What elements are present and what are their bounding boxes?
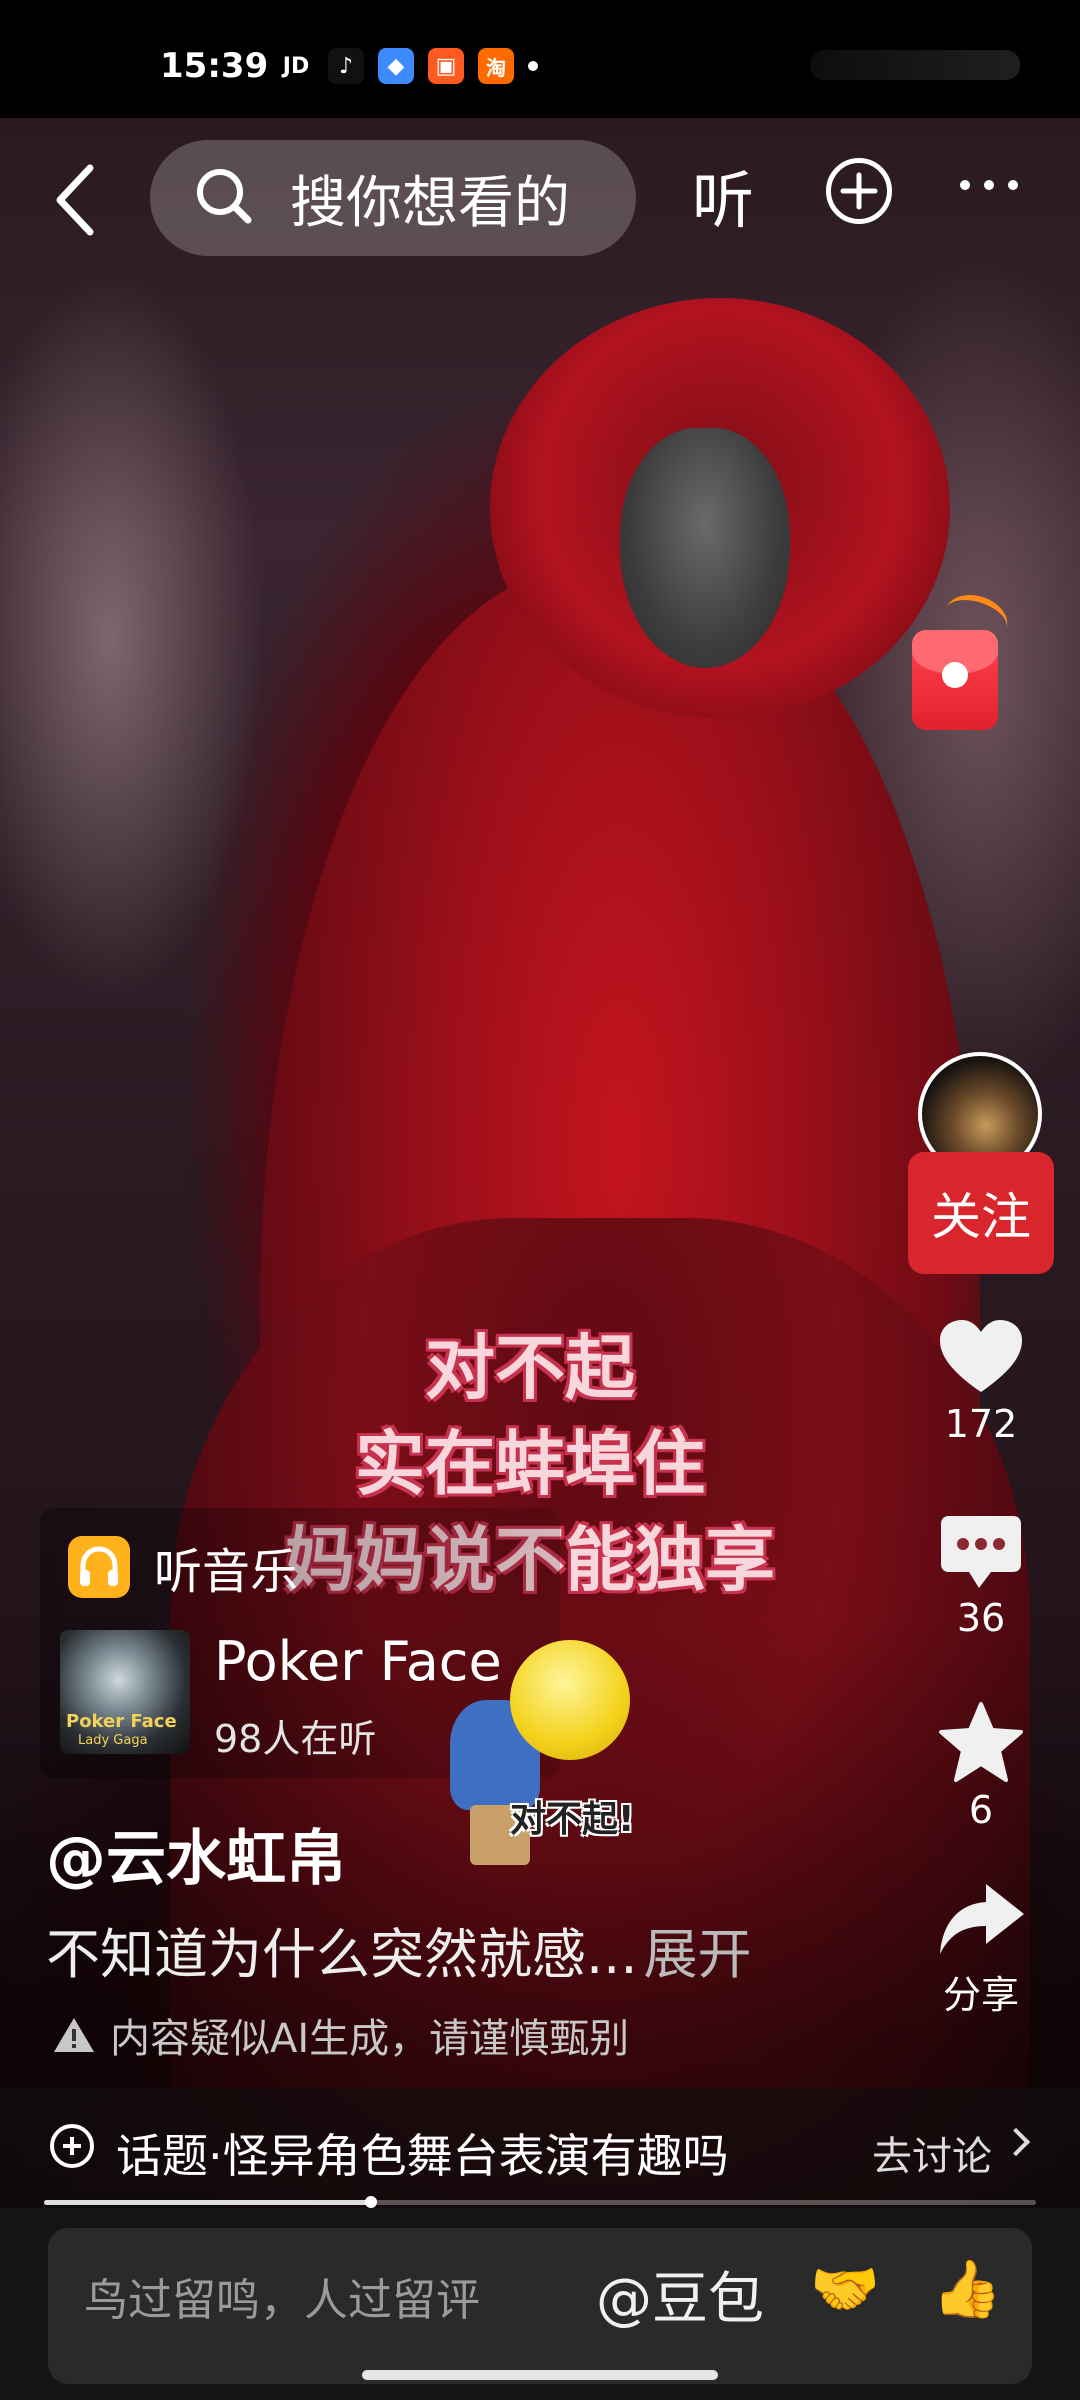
headphones-icon [68, 1536, 130, 1598]
jd-app-icon: JD [282, 53, 310, 79]
album-title: Poker Face [66, 1711, 177, 1732]
search-placeholder: 搜你想看的 [290, 170, 570, 236]
topic-plus-icon [50, 2124, 94, 2168]
sticker-text: 对不起! [510, 1799, 635, 1840]
listen-button[interactable]: 听 [692, 150, 754, 240]
comment-placeholder: 鸟过留鸣，人过留评 [84, 2275, 480, 2326]
album-artist: Lady Gaga [78, 1733, 148, 1748]
star-icon [939, 1702, 1023, 1782]
search-bar[interactable]: 搜你想看的 [150, 140, 636, 256]
share-arrow-icon [940, 1884, 1024, 1954]
heart-icon [940, 1320, 1022, 1392]
add-button[interactable] [826, 158, 892, 224]
ai-notice: 内容疑似AI生成，请谨慎甄别 [52, 2006, 629, 2064]
warning-icon [54, 2018, 94, 2052]
status-indicators [810, 50, 1020, 80]
expand-link[interactable]: 展开 [644, 1923, 752, 1986]
share-button[interactable]: 分享 [900, 1880, 1062, 2019]
plus-icon [840, 172, 878, 210]
more-dot-icon [1008, 180, 1018, 190]
subtitle-line: 实在蚌埠住 [355, 1423, 705, 1505]
status-app-icons: JD ♪ ◆ ▣ 淘 [278, 48, 538, 84]
progress-fill [44, 2200, 372, 2205]
like-button[interactable]: 172 [900, 1318, 1062, 1446]
search-icon [197, 169, 252, 224]
sorry-sticker: 对不起! [430, 1640, 650, 1880]
album-cover[interactable]: Poker Face Lady Gaga [60, 1630, 190, 1754]
comment-bubble-icon [941, 1516, 1021, 1588]
follow-button[interactable]: 关注 [908, 1152, 1054, 1274]
more-options-button[interactable] [960, 180, 1018, 190]
topic-discuss-link[interactable]: 去讨论 [872, 2124, 992, 2182]
status-bar: 15:39 JD ♪ ◆ ▣ 淘 [0, 0, 1080, 118]
sticker-head [510, 1640, 630, 1760]
red-packet-coin-icon [942, 662, 968, 688]
back-arrow-icon [56, 164, 94, 236]
home-indicator[interactable] [362, 2370, 718, 2380]
more-dot-icon [984, 180, 994, 190]
subtitle-line: 对不起 [425, 1327, 635, 1409]
favorite-count: 6 [968, 1788, 994, 1832]
status-more-dot [528, 61, 538, 71]
back-button[interactable] [48, 160, 108, 240]
mention-doubao-button[interactable]: @豆包 [596, 2254, 764, 2335]
post-description[interactable]: 不知道为什么突然就感... 展开 [46, 1910, 752, 1989]
comment-count: 36 [956, 1596, 1006, 1640]
music-header[interactable]: 听音乐 [68, 1532, 298, 1602]
topic-text[interactable]: 话题·怪异角色舞台表演有趣吗 [116, 2120, 729, 2186]
orange-app-icon: ▣ [428, 48, 464, 84]
like-count: 172 [944, 1402, 1018, 1446]
status-time: 15:39 [160, 46, 269, 86]
blue-app-icon: ◆ [378, 48, 414, 84]
video-figure-face [620, 428, 790, 668]
music-label: 听音乐 [154, 1544, 299, 1600]
handshake-emoji-button[interactable]: 🤝 [810, 2256, 880, 2322]
more-dot-icon [960, 180, 970, 190]
author-name[interactable]: @云水虹帛 [46, 1810, 346, 1897]
ai-notice-text: 内容疑似AI生成，请谨慎甄别 [110, 2016, 630, 2062]
red-packet-button[interactable] [912, 630, 998, 730]
thumbs-up-emoji-button[interactable]: 👍 [932, 2256, 1002, 2322]
song-listeners: 98人在听 [214, 1717, 377, 1761]
share-label: 分享 [942, 1973, 1019, 2017]
video-progress-bar[interactable] [44, 2196, 1036, 2208]
description-text: 不知道为什么突然就感... [46, 1923, 638, 1986]
comment-button[interactable]: 36 [900, 1512, 1062, 1640]
favorite-button[interactable]: 6 [900, 1700, 1062, 1832]
taobao-app-icon: 淘 [478, 48, 514, 84]
tiktok-app-icon: ♪ [328, 48, 364, 84]
